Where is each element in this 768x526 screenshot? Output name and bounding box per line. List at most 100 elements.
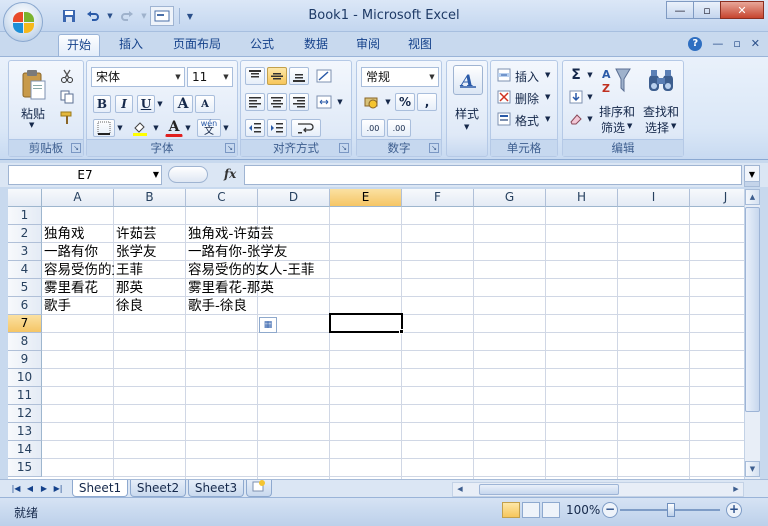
horizontal-scroll-thumb[interactable] (479, 484, 619, 495)
page-break-view-icon[interactable] (542, 502, 560, 518)
cell-a2[interactable]: 独角戏 (42, 225, 114, 243)
zoom-slider-thumb[interactable] (667, 503, 675, 517)
first-sheet-icon[interactable]: |◀ (10, 482, 22, 495)
delete-cells-icon[interactable] (495, 88, 513, 106)
increase-indent-icon[interactable] (267, 119, 287, 137)
cell-a6[interactable]: 歌手 (42, 297, 114, 315)
underline-dropdown-icon[interactable]: ▼ (155, 95, 165, 113)
vertical-scrollbar[interactable]: ▲ ▼ (744, 189, 760, 479)
insert-cells-icon[interactable] (495, 66, 513, 84)
row-header-14[interactable]: 14 (8, 441, 42, 459)
phonetic-dropdown-icon[interactable]: ▼ (221, 119, 231, 137)
cut-icon[interactable] (57, 67, 77, 85)
insert-function-button[interactable]: fx (224, 167, 236, 181)
sort-filter-label-2[interactable]: 筛选 (601, 119, 625, 136)
clear-dropdown-icon[interactable]: ▼ (585, 110, 595, 128)
row-header-2[interactable]: 2 (8, 225, 42, 243)
page-layout-view-icon[interactable] (522, 502, 540, 518)
styles-icon[interactable]: A (453, 65, 483, 95)
column-header-c[interactable]: C (186, 189, 258, 207)
align-bottom-icon[interactable] (289, 67, 309, 85)
horizontal-scrollbar[interactable]: ◀ ▶ (452, 482, 744, 497)
tab-formulas[interactable]: 公式 (242, 34, 282, 56)
column-header-i[interactable]: I (618, 189, 690, 207)
row-header-13[interactable]: 13 (8, 423, 42, 441)
merge-center-icon[interactable] (313, 93, 335, 111)
tab-review[interactable]: 审阅 (348, 34, 388, 56)
cell-b3[interactable]: 张学友 (114, 243, 186, 261)
increase-decimal-button[interactable]: .00 (361, 119, 385, 137)
percent-button[interactable]: % (395, 93, 415, 111)
sheet-tab-sheet1[interactable]: Sheet1 (72, 480, 128, 497)
zoom-in-icon[interactable]: + (726, 502, 742, 518)
align-right-icon[interactable] (289, 93, 309, 111)
tab-page-layout[interactable]: 页面布局 (164, 34, 230, 56)
shrink-font-button[interactable]: A (195, 95, 215, 113)
font-size-select[interactable]: 11 ▼ (187, 67, 233, 87)
borders-dropdown-icon[interactable]: ▼ (115, 119, 125, 137)
format-cells-button[interactable]: 格式 (515, 112, 539, 129)
font-color-button[interactable]: A (165, 119, 183, 137)
next-sheet-icon[interactable]: ▶ (38, 482, 50, 495)
font-color-dropdown-icon[interactable]: ▼ (183, 119, 193, 137)
formula-input[interactable] (244, 165, 742, 185)
help-icon[interactable]: ? (688, 37, 703, 51)
format-painter-icon[interactable] (57, 109, 77, 127)
tab-home[interactable]: 开始 (58, 34, 100, 56)
align-top-icon[interactable] (245, 67, 265, 85)
bold-button[interactable]: B (93, 95, 111, 113)
delete-cells-button[interactable]: 删除 (515, 90, 539, 107)
row-header-4[interactable]: 4 (8, 261, 42, 279)
ribbon-minimize-icon[interactable]: — (712, 37, 723, 51)
copy-icon[interactable] (57, 88, 77, 106)
fill-color-icon[interactable] (129, 119, 151, 137)
sort-filter-label-1[interactable]: 排序和 (599, 103, 635, 120)
autosum-dropdown-icon[interactable]: ▼ (585, 66, 595, 84)
insert-cells-button[interactable]: 插入 (515, 68, 539, 85)
cell-a4[interactable]: 容易受伤的女人 (42, 261, 114, 279)
clipboard-launcher-icon[interactable]: ↘ (71, 143, 81, 153)
paste-button[interactable]: 粘贴 (21, 105, 45, 122)
insert-sheet-icon[interactable] (246, 480, 272, 497)
underline-button[interactable]: U (137, 95, 155, 113)
column-header-b[interactable]: B (114, 189, 186, 207)
cell-a3[interactable]: 一路有你 (42, 243, 114, 261)
vertical-split-handle[interactable] (744, 181, 760, 187)
cell-c2[interactable]: 独角戏-许茹芸 (186, 225, 402, 243)
cell-b4[interactable]: 王菲 (114, 261, 186, 279)
font-name-select[interactable]: 宋体 ▼ (91, 67, 185, 87)
column-header-g[interactable]: G (474, 189, 546, 207)
decrease-decimal-button[interactable]: .00 (387, 119, 411, 137)
column-header-e[interactable]: E (330, 189, 402, 207)
format-cells-dropdown-icon[interactable]: ▼ (545, 115, 550, 123)
number-format-select[interactable]: 常规 ▼ (361, 67, 439, 87)
normal-view-icon[interactable] (502, 502, 520, 518)
tab-view[interactable]: 视图 (400, 34, 440, 56)
align-left-icon[interactable] (245, 93, 265, 111)
column-header-d[interactable]: D (258, 189, 330, 207)
phonetic-button[interactable]: wén 文 (197, 119, 221, 137)
clear-icon[interactable] (567, 110, 585, 128)
fill-icon[interactable] (567, 88, 585, 106)
row-header-8[interactable]: 8 (8, 333, 42, 351)
align-middle-icon[interactable] (267, 67, 287, 85)
cell-b6[interactable]: 徐良 (114, 297, 186, 315)
currency-icon[interactable] (361, 93, 383, 111)
vertical-scroll-thumb[interactable] (745, 207, 760, 412)
find-select-dropdown-icon[interactable]: ▼ (671, 122, 676, 130)
minimize-button[interactable]: — (666, 1, 694, 19)
comma-button[interactable]: , (417, 93, 437, 111)
prev-sheet-icon[interactable]: ◀ (24, 482, 36, 495)
currency-dropdown-icon[interactable]: ▼ (383, 93, 393, 111)
ribbon-close-icon[interactable]: ✕ (751, 37, 760, 51)
borders-icon[interactable] (93, 119, 115, 137)
restore-button[interactable]: ▫ (693, 1, 721, 19)
autosum-button[interactable]: Σ (567, 66, 585, 84)
office-button[interactable] (3, 2, 43, 42)
cell-c4[interactable]: 容易受伤的女人-王菲 (186, 261, 402, 279)
find-select-label-2[interactable]: 选择 (645, 119, 669, 136)
row-header-5[interactable]: 5 (8, 279, 42, 297)
decrease-indent-icon[interactable] (245, 119, 265, 137)
cell-a5[interactable]: 雾里看花 (42, 279, 114, 297)
align-center-icon[interactable] (267, 93, 287, 111)
